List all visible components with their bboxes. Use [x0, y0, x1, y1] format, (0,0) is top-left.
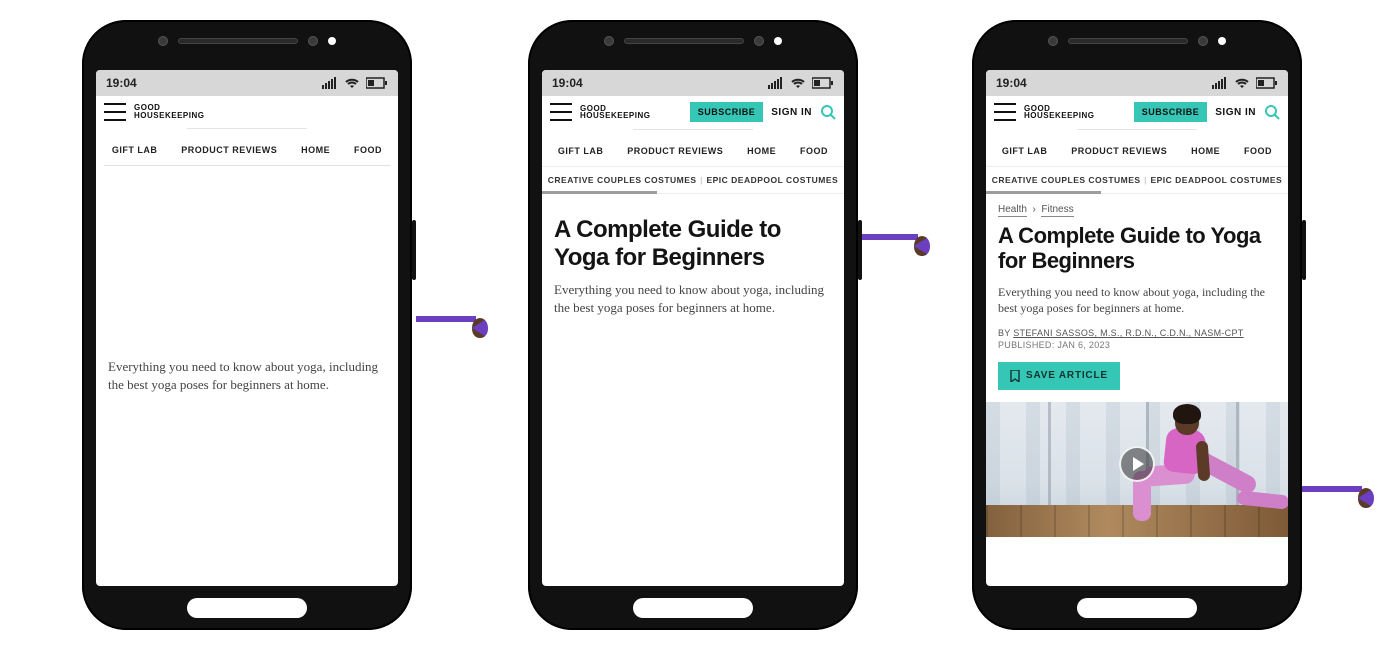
battery-icon	[366, 77, 388, 89]
app-header: GOOD HOUSEKEEPING	[96, 96, 398, 128]
status-bar: 19:04	[96, 70, 398, 96]
article-body: Everything you need to know about yoga, …	[96, 166, 398, 586]
brand-line2: HOUSEKEEPING	[134, 112, 204, 119]
nav-separator: |	[700, 175, 703, 185]
scroll-indicator	[542, 191, 657, 194]
nav-item[interactable]: GIFT LAB	[1002, 146, 1048, 156]
nav-item[interactable]: HOME	[1191, 146, 1220, 156]
nav-secondary: CREATIVE COUPLES COSTUMES | EPIC DEADPOO…	[986, 166, 1288, 194]
nav-item[interactable]: CREATIVE COUPLES COSTUMES	[992, 175, 1141, 185]
breadcrumb-link[interactable]: Health	[998, 204, 1027, 217]
pub-prefix: PUBLISHED:	[998, 340, 1057, 350]
arrow-stage-2	[858, 234, 918, 240]
wifi-icon	[1234, 77, 1250, 89]
phone-frame-1: 19:04 GOOD HOUSEKEEPING GIFT LAB PRODUCT…	[82, 20, 412, 630]
nav-item[interactable]: FOOD	[1244, 146, 1272, 156]
signal-icon	[768, 77, 784, 89]
nav-primary: GIFT LAB PRODUCT REVIEWS HOME FOOD	[96, 135, 398, 165]
search-icon[interactable]	[820, 104, 836, 120]
scroll-indicator	[986, 191, 1101, 194]
app-header: GOOD HOUSEKEEPING SUBSCRIBE SIGN IN	[542, 96, 844, 129]
menu-icon[interactable]	[994, 103, 1016, 121]
nav-primary: GIFT LAB PRODUCT REVIEWS HOME FOOD	[986, 136, 1288, 166]
wifi-icon	[790, 77, 806, 89]
breadcrumb: Health › Fitness	[998, 204, 1276, 215]
brand-line2: HOUSEKEEPING	[1024, 112, 1094, 119]
signin-link[interactable]: SIGN IN	[771, 107, 812, 118]
app-header: GOOD HOUSEKEEPING SUBSCRIBE SIGN IN	[986, 96, 1288, 129]
status-bar: 19:04	[542, 70, 844, 96]
nav-item[interactable]: PRODUCT REVIEWS	[627, 146, 723, 156]
nav-item[interactable]: FOOD	[354, 145, 382, 155]
publish-date: PUBLISHED: JAN 6, 2023	[998, 340, 1276, 350]
article-lede: Everything you need to know about yoga, …	[998, 284, 1276, 316]
nav-primary: GIFT LAB PRODUCT REVIEWS HOME FOOD	[542, 136, 844, 166]
breadcrumb-link[interactable]: Fitness	[1041, 204, 1073, 217]
article-lede: Everything you need to know about yoga, …	[554, 281, 832, 316]
nav-item[interactable]: EPIC DEADPOOL COSTUMES	[1150, 175, 1282, 185]
article-body: A Complete Guide to Yoga for Beginners E…	[542, 194, 844, 586]
nav-item[interactable]: FOOD	[800, 146, 828, 156]
nav-secondary: CREATIVE COUPLES COSTUMES | EPIC DEADPOO…	[542, 166, 844, 194]
by-prefix: BY	[998, 328, 1013, 338]
nav-item[interactable]: GIFT LAB	[112, 145, 158, 155]
brand-line2: HOUSEKEEPING	[580, 112, 650, 119]
status-bar: 19:04	[986, 70, 1288, 96]
pub-value: JAN 6, 2023	[1057, 340, 1110, 350]
phone-frame-3: 19:04 GOOD HOUSEKEEPING SUBSCRIBE SIGN I…	[972, 20, 1302, 630]
subscribe-button[interactable]: SUBSCRIBE	[1134, 102, 1208, 122]
play-icon[interactable]	[1119, 446, 1155, 482]
nav-item[interactable]: HOME	[747, 146, 776, 156]
signin-link[interactable]: SIGN IN	[1215, 107, 1256, 118]
save-label: SAVE ARTICLE	[1026, 370, 1108, 381]
battery-icon	[1256, 77, 1278, 89]
nav-item[interactable]: HOME	[301, 145, 330, 155]
save-article-button[interactable]: SAVE ARTICLE	[998, 362, 1120, 390]
menu-icon[interactable]	[104, 103, 126, 121]
brand-logo[interactable]: GOOD HOUSEKEEPING	[1024, 105, 1094, 119]
byline: BY STEFANI SASSOS, M.S., R.D.N., C.D.N.,…	[998, 328, 1276, 338]
nav-item[interactable]: PRODUCT REVIEWS	[1071, 146, 1167, 156]
status-time: 19:04	[552, 76, 583, 90]
nav-separator: |	[1144, 175, 1147, 185]
article-body: Health › Fitness A Complete Guide to Yog…	[986, 194, 1288, 586]
brand-logo[interactable]: GOOD HOUSEKEEPING	[134, 104, 204, 118]
status-time: 19:04	[106, 76, 137, 90]
nav-item[interactable]: GIFT LAB	[558, 146, 604, 156]
search-icon[interactable]	[1264, 104, 1280, 120]
article-title: A Complete Guide to Yoga for Beginners	[998, 223, 1276, 274]
article-title: A Complete Guide to Yoga for Beginners	[554, 216, 832, 271]
nav-item[interactable]: EPIC DEADPOOL COSTUMES	[706, 175, 838, 185]
wifi-icon	[344, 77, 360, 89]
brand-logo[interactable]: GOOD HOUSEKEEPING	[580, 105, 650, 119]
hero-video[interactable]	[986, 402, 1288, 537]
subscribe-button[interactable]: SUBSCRIBE	[690, 102, 764, 122]
nav-item[interactable]: PRODUCT REVIEWS	[181, 145, 277, 155]
arrow-stage-3	[1302, 486, 1362, 492]
battery-icon	[812, 77, 834, 89]
article-lede: Everything you need to know about yoga, …	[108, 358, 386, 393]
bookmark-icon	[1010, 370, 1020, 382]
nav-item[interactable]: CREATIVE COUPLES COSTUMES	[548, 175, 697, 185]
author-link[interactable]: STEFANI SASSOS, M.S., R.D.N., C.D.N., NA…	[1013, 328, 1243, 338]
menu-icon[interactable]	[550, 103, 572, 121]
signal-icon	[322, 77, 338, 89]
arrow-stage-1	[416, 316, 476, 322]
signal-icon	[1212, 77, 1228, 89]
status-time: 19:04	[996, 76, 1027, 90]
phone-frame-2: 19:04 GOOD HOUSEKEEPING SUBSCRIBE SIGN I…	[528, 20, 858, 630]
